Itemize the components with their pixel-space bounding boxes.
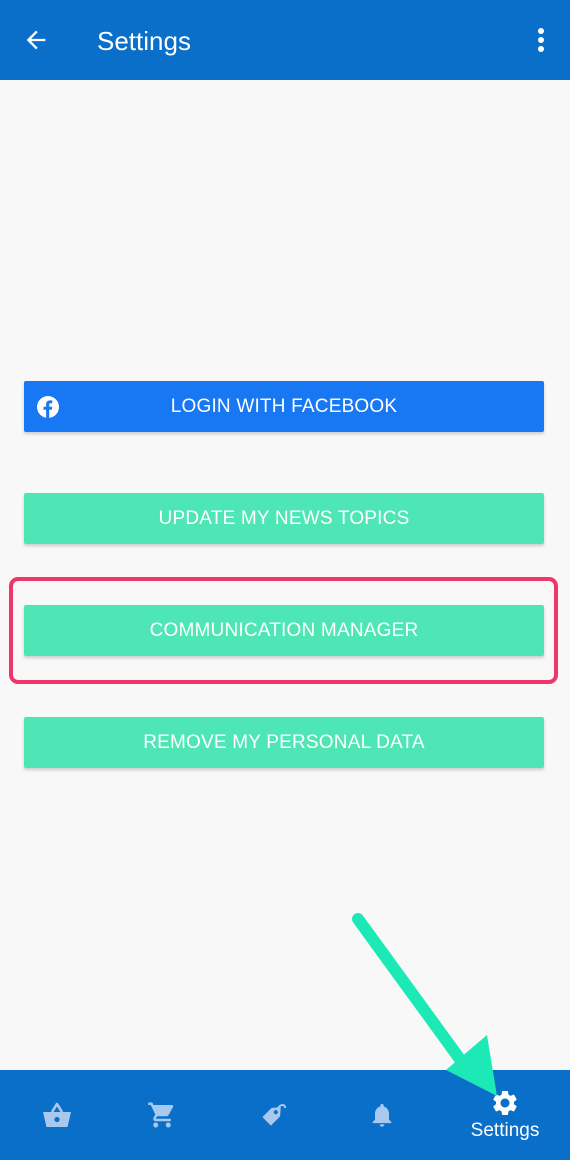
more-vert-icon xyxy=(538,28,544,52)
remove-personal-data-button[interactable]: REMOVE MY PERSONAL DATA xyxy=(24,717,544,768)
overflow-menu-button[interactable] xyxy=(526,22,556,58)
page-title: Settings xyxy=(97,26,191,56)
remove-personal-data-label: REMOVE MY PERSONAL DATA xyxy=(143,731,425,753)
arrow-left-icon xyxy=(26,30,46,50)
bottom-navigation: Settings xyxy=(0,1070,570,1160)
nav-item-settings[interactable]: Settings xyxy=(448,1070,562,1160)
app-bar: Settings xyxy=(0,0,570,80)
back-button[interactable] xyxy=(18,22,54,58)
nav-settings-label: Settings xyxy=(470,1120,540,1141)
login-facebook-button[interactable]: LOGIN WITH FACEBOOK xyxy=(24,381,544,432)
bell-icon xyxy=(372,1103,392,1127)
nav-item-basket[interactable] xyxy=(0,1070,114,1160)
facebook-icon xyxy=(37,396,59,418)
nav-item-notifications[interactable] xyxy=(325,1070,439,1160)
login-facebook-label: LOGIN WITH FACEBOOK xyxy=(170,395,398,417)
nav-item-tag[interactable] xyxy=(216,1070,330,1160)
update-news-topics-button[interactable]: UPDATE MY NEWS TOPICS xyxy=(24,493,544,544)
basket-icon xyxy=(43,1102,71,1127)
update-news-topics-label: UPDATE MY NEWS TOPICS xyxy=(158,507,410,529)
highlight-box xyxy=(9,577,558,684)
cart-icon xyxy=(148,1102,174,1128)
tag-icon xyxy=(262,1104,286,1126)
gear-icon xyxy=(493,1091,517,1115)
nav-item-cart[interactable] xyxy=(105,1070,219,1160)
